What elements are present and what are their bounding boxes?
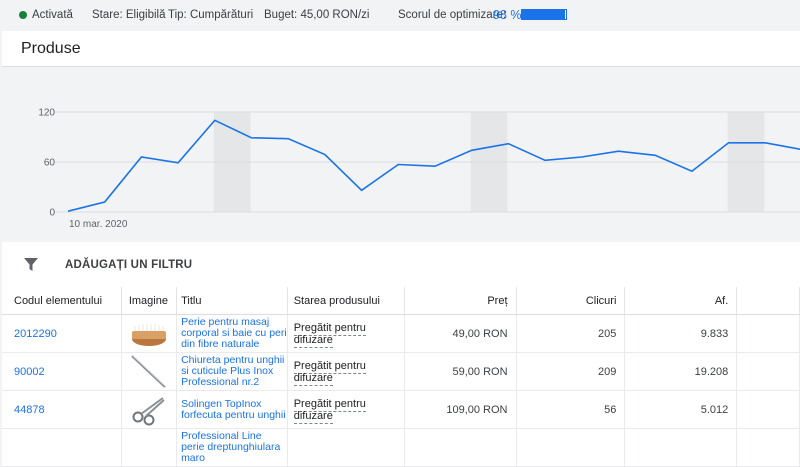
nail-file-product-image — [121, 352, 178, 391]
table-row[interactable]: 90002 Chiureta pentru unghii si cuticule… — [2, 352, 800, 391]
product-title-link[interactable]: Professional Line perie dreptunghiulara … — [181, 431, 287, 464]
chart-svg: 0 60 120 10 mar. 2020 — [38, 108, 800, 230]
y-axis-ticks: 0 60 120 — [38, 108, 55, 219]
table-row[interactable]: 2012290 Perie pentru masaj corporal si b… — [2, 314, 800, 353]
y-tick-label: 0 — [49, 208, 55, 219]
status-dot-icon — [19, 11, 27, 19]
item-id-link[interactable]: 2012290 — [14, 328, 57, 340]
product-state[interactable]: Pregătit pentru difuzare — [293, 359, 366, 386]
y-tick-label: 60 — [44, 158, 56, 169]
x-axis-start-label: 10 mar. 2020 — [69, 219, 128, 230]
column-header-id[interactable]: Codul elementului — [2, 287, 122, 315]
page-title: Produse — [21, 40, 81, 57]
campaign-state: Stare: Eligibilă — [92, 9, 166, 21]
optimization-score-value[interactable]: 98 % — [493, 8, 522, 22]
product-title-link[interactable]: Solingen TopInox forfecuta pentru unghii — [181, 399, 287, 421]
nail-scissors-product-image — [121, 390, 178, 429]
y-tick-label: 120 — [38, 108, 55, 119]
item-id-link[interactable]: 44878 — [14, 404, 45, 416]
performance-chart[interactable]: 0 60 120 10 mar. 2020 — [2, 67, 800, 242]
column-header-image[interactable]: Imagine — [121, 287, 178, 315]
column-header-more — [736, 287, 800, 315]
product-clicks: 209 — [516, 352, 626, 391]
optimization-score-bar — [521, 9, 567, 20]
campaign-budget[interactable]: Buget: 45,00 RON/zi — [264, 9, 369, 21]
brush-product-image — [121, 314, 178, 353]
campaign-type: Tip: Cumpărături — [168, 9, 254, 21]
products-table: Codul elementului Imagine Titlu Starea p… — [2, 287, 800, 467]
column-header-price[interactable]: Preț — [404, 287, 517, 315]
status-label: Activată — [32, 9, 73, 21]
table-row[interactable]: 44878 Solingen TopInox forfecuta pentru … — [2, 390, 800, 429]
product-impressions: 5.012 — [624, 390, 738, 429]
optimization-score-label: Scorul de optimizare: — [398, 9, 507, 21]
column-header-impressions[interactable]: Af. — [624, 287, 738, 315]
column-header-title[interactable]: Titlu — [176, 287, 288, 315]
product-impressions: 19.208 — [624, 352, 738, 391]
product-title-link[interactable]: Perie pentru masaj corporal si baie cu p… — [181, 317, 287, 350]
product-state[interactable]: Pregătit pentru difuzare — [293, 321, 366, 348]
column-header-state[interactable]: Starea produsului — [287, 287, 405, 315]
product-price: 59,00 RON — [404, 352, 517, 391]
product-price: 109,00 RON — [404, 390, 517, 429]
table-row[interactable]: Professional Line perie dreptunghiulara … — [2, 428, 800, 467]
product-impressions: 9.833 — [624, 314, 738, 353]
campaign-status[interactable]: Activată — [19, 9, 73, 21]
campaign-status-bar: Activată Stare: Eligibilă Tip: Cumpărătu… — [0, 0, 800, 31]
product-state[interactable]: Pregătit pentru difuzare — [293, 397, 366, 424]
product-title-link[interactable]: Chiureta pentru unghii si cuticule Plus … — [181, 355, 287, 388]
product-clicks: 56 — [516, 390, 626, 429]
clicks-series-line — [67, 119, 800, 212]
column-header-clicks[interactable]: Clicuri — [516, 287, 626, 315]
filter-icon[interactable] — [24, 258, 38, 271]
add-filter-button[interactable]: ADĂUGAȚI UN FILTRU — [65, 259, 192, 271]
chart-gridlines — [54, 111, 800, 213]
item-id-link[interactable]: 90002 — [14, 366, 45, 378]
product-price: 49,00 RON — [404, 314, 517, 353]
table-header-row: Codul elementului Imagine Titlu Starea p… — [2, 287, 800, 315]
filter-bar: ADĂUGAȚI UN FILTRU — [2, 243, 800, 288]
product-clicks: 205 — [516, 314, 626, 353]
